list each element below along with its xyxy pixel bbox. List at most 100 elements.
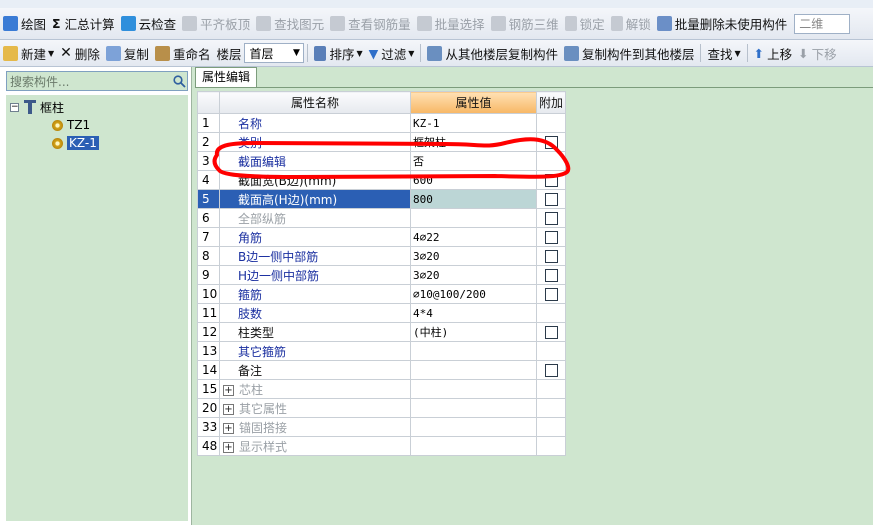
row-number[interactable]: 8 [197, 246, 220, 266]
property-value[interactable] [410, 208, 537, 228]
property-name[interactable]: + 显示样式 [219, 436, 411, 456]
row-number[interactable]: 33 [197, 417, 220, 437]
tree-node-kz1[interactable]: KZ-1 [52, 135, 99, 151]
row-number[interactable]: 11 [197, 303, 220, 323]
property-value[interactable]: (中柱) [410, 322, 537, 342]
find-button[interactable]: 查找 ▼ [704, 42, 743, 64]
row-number[interactable]: 12 [197, 322, 220, 342]
attach-checkbox[interactable] [544, 174, 558, 187]
row-number[interactable]: 10 [197, 284, 220, 304]
property-name[interactable]: 柱类型 [219, 322, 411, 342]
property-row[interactable]: 1 名称 KZ-1 [197, 113, 566, 133]
property-name[interactable]: + 其它属性 [219, 398, 411, 418]
property-value[interactable]: 4*4 [410, 303, 537, 323]
property-name[interactable]: 角筋 [219, 227, 411, 247]
property-row[interactable]: 12 柱类型 (中柱) [197, 322, 566, 342]
property-name[interactable]: 截面编辑 [219, 151, 411, 171]
attach-checkbox[interactable] [544, 136, 558, 149]
rename-button[interactable]: 重命名 [152, 42, 214, 64]
collapse-icon[interactable]: − [10, 102, 19, 112]
find-element-button[interactable]: 查找图元 [253, 13, 327, 35]
row-number[interactable]: 15 [197, 379, 220, 399]
row-number[interactable]: 1 [197, 113, 220, 133]
property-row[interactable]: 10 箍筋 ⌀10@100/200 [197, 284, 566, 304]
property-name[interactable]: B边一侧中部筋 [219, 246, 411, 266]
expand-icon[interactable]: + [223, 422, 234, 434]
row-number[interactable]: 9 [197, 265, 220, 285]
property-value[interactable] [410, 341, 537, 361]
copy-to-floor-button[interactable]: 复制构件到其他楼层 [561, 42, 698, 64]
filter-button[interactable]: ▼ 过滤 ▼ [366, 42, 418, 64]
property-row[interactable]: 6 全部纵筋 [197, 208, 566, 228]
tab-property-edit[interactable]: 属性编辑 [195, 67, 258, 87]
property-name[interactable]: + 锚固搭接 [219, 417, 411, 437]
property-name[interactable]: 全部纵筋 [219, 208, 411, 228]
property-name[interactable]: 名称 [219, 113, 411, 133]
property-name[interactable]: 截面高(H边)(mm) [219, 189, 411, 209]
cloud-check-button[interactable]: 云检查 [118, 13, 180, 35]
attach-checkbox[interactable] [544, 250, 558, 263]
copy-from-floor-button[interactable]: 从其他楼层复制构件 [424, 42, 561, 64]
property-name[interactable]: 截面宽(B边)(mm) [219, 170, 411, 190]
attach-checkbox[interactable] [544, 326, 558, 339]
new-button[interactable]: 新建 ▼ [0, 42, 57, 64]
lock-button[interactable]: 锁定 [562, 13, 608, 35]
unlock-button[interactable]: 解锁 [608, 13, 654, 35]
property-value[interactable]: 框架柱 [410, 132, 537, 152]
property-row[interactable]: 8 B边一侧中部筋 3⌀20 [197, 246, 566, 266]
draw-button[interactable]: 绘图 [0, 13, 49, 35]
property-row[interactable]: 14 备注 [197, 360, 566, 380]
copy-button[interactable]: 复制 [103, 42, 152, 64]
property-row[interactable]: 9 H边一侧中部筋 3⌀20 [197, 265, 566, 285]
property-value[interactable]: 3⌀20 [410, 246, 537, 266]
summary-calc-button[interactable]: Σ 汇总计算 [49, 13, 118, 35]
move-down-button[interactable]: ⬇ 下移 [795, 42, 840, 64]
property-value[interactable] [410, 436, 537, 456]
rebar-3d-button[interactable]: 钢筋三维 [488, 13, 562, 35]
property-value[interactable]: 600 [410, 170, 537, 190]
row-number[interactable]: 7 [197, 227, 220, 247]
row-number[interactable]: 20 [197, 398, 220, 418]
property-value[interactable]: ⌀10@100/200 [410, 284, 537, 304]
property-row[interactable]: 20 + 其它属性 [197, 398, 566, 418]
property-row[interactable]: 11 肢数 4*4 [197, 303, 566, 323]
attach-checkbox[interactable] [544, 288, 558, 301]
property-value[interactable]: KZ-1 [410, 113, 537, 133]
property-value[interactable]: 800 [410, 189, 537, 209]
attach-checkbox[interactable] [544, 269, 558, 282]
search-input[interactable]: 搜索构件... [6, 71, 188, 91]
property-value[interactable] [410, 360, 537, 380]
expand-icon[interactable]: + [223, 441, 234, 453]
property-name[interactable]: + 芯柱 [219, 379, 411, 399]
property-name[interactable]: H边一侧中部筋 [219, 265, 411, 285]
property-name[interactable]: 类别 [219, 132, 411, 152]
property-name[interactable]: 肢数 [219, 303, 411, 323]
property-name-header[interactable]: 属性名称 [219, 91, 411, 114]
row-number[interactable]: 14 [197, 360, 220, 380]
property-value[interactable] [410, 417, 537, 437]
row-number[interactable]: 6 [197, 208, 220, 228]
attach-checkbox[interactable] [544, 231, 558, 244]
property-row[interactable]: 7 角筋 4⌀22 [197, 227, 566, 247]
property-row[interactable]: 15 + 芯柱 [197, 379, 566, 399]
property-name[interactable]: 其它箍筋 [219, 341, 411, 361]
floor-select[interactable]: 首层 ▼ [244, 43, 305, 63]
property-name[interactable]: 箍筋 [219, 284, 411, 304]
row-number[interactable]: 4 [197, 170, 220, 190]
search-icon[interactable] [169, 72, 187, 90]
batch-delete-unused-button[interactable]: 批量删除未使用构件 [654, 13, 791, 35]
attach-checkbox[interactable] [544, 364, 558, 377]
row-number[interactable]: 3 [197, 151, 220, 171]
move-up-button[interactable]: ⬆ 上移 [751, 42, 796, 64]
property-row[interactable]: 13 其它箍筋 [197, 341, 566, 361]
row-number[interactable]: 13 [197, 341, 220, 361]
property-row[interactable]: 2 类别 框架柱 [197, 132, 566, 152]
attach-header[interactable]: 附加 [536, 91, 566, 114]
property-row[interactable]: 48 + 显示样式 [197, 436, 566, 456]
expand-icon[interactable]: + [223, 403, 234, 415]
property-value[interactable] [410, 398, 537, 418]
row-number[interactable]: 5 [197, 189, 220, 209]
property-value[interactable]: 否 [410, 151, 537, 171]
property-value-header[interactable]: 属性值 [410, 91, 537, 114]
view-rebar-button[interactable]: 查看钢筋量 [327, 13, 414, 35]
